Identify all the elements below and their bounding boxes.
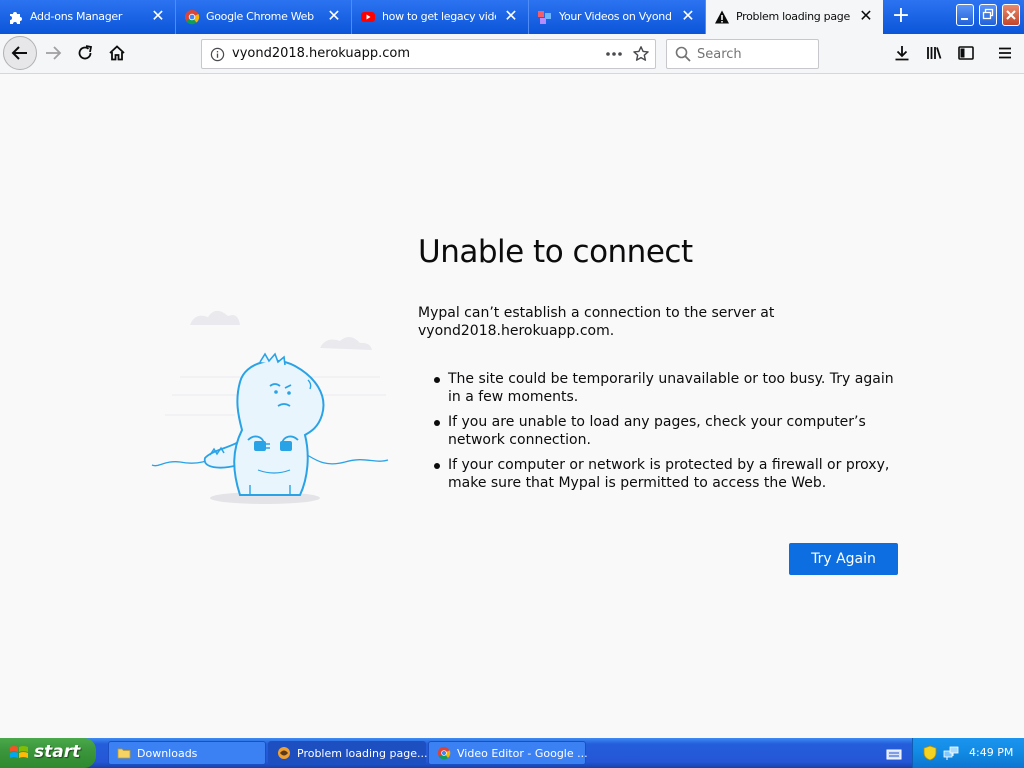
minimize-icon	[961, 18, 968, 20]
dinosaur-unplugged-illustration	[151, 310, 389, 504]
suggestion-text: If you are unable to load any pages, che…	[448, 414, 866, 448]
library-icon	[927, 47, 942, 59]
tab-strip: Add-ons Manager ✕ Google Chrome Web Bro …	[0, 0, 1024, 34]
restore-icon	[982, 8, 994, 20]
forward-arrow-icon	[46, 46, 62, 60]
library-button[interactable]	[919, 38, 949, 68]
close-tab-icon[interactable]: ✕	[151, 8, 165, 24]
search-placeholder: Search	[697, 47, 742, 62]
tab-label: how to get legacy video	[382, 10, 496, 23]
tab-legacy-video[interactable]: how to get legacy video ✕	[352, 0, 529, 34]
puzzle-icon	[8, 9, 24, 25]
task-label: Video Editor - Google ...	[457, 747, 588, 760]
menu-button[interactable]	[990, 38, 1020, 68]
close-icon	[1006, 10, 1016, 20]
chrome-icon	[184, 9, 200, 25]
downloads-button[interactable]	[887, 38, 917, 68]
sidebar-button[interactable]	[951, 38, 981, 68]
mypal-icon	[277, 746, 291, 760]
list-item: If you are unable to load any pages, che…	[418, 413, 908, 449]
page-title: Unable to connect	[418, 234, 693, 270]
back-arrow-icon	[11, 46, 27, 60]
bullet-icon	[434, 463, 440, 469]
forward-button[interactable]	[38, 38, 68, 68]
task-label: Problem loading page...	[297, 747, 428, 760]
warning-icon	[714, 9, 730, 25]
bookmark-star-icon[interactable]	[632, 45, 650, 67]
navigation-toolbar: vyond2018.herokuapp.com Search	[0, 34, 1024, 74]
keyboard-icon[interactable]	[886, 746, 902, 765]
tab-label: Problem loading page	[736, 10, 850, 23]
info-icon[interactable]	[210, 47, 225, 66]
suggestion-text: The site could be temporarily unavailabl…	[448, 371, 894, 405]
system-tray: 4:49 PM	[912, 738, 1024, 768]
close-tab-icon[interactable]: ✕	[859, 8, 873, 24]
vyond-icon	[537, 9, 553, 25]
network-icon[interactable]	[943, 745, 959, 765]
close-tab-icon[interactable]: ✕	[681, 8, 695, 24]
start-label: start	[34, 742, 81, 762]
close-tab-icon[interactable]: ✕	[327, 8, 341, 24]
taskbar-item-video-editor[interactable]: Video Editor - Google ...	[428, 741, 588, 765]
try-again-button[interactable]: Try Again	[789, 543, 898, 575]
tab-addons-manager[interactable]: Add-ons Manager ✕	[0, 0, 176, 34]
page-actions-icon[interactable]	[604, 46, 624, 66]
suggestion-list: The site could be temporarily unavailabl…	[418, 370, 908, 499]
hamburger-menu-icon	[999, 47, 1011, 59]
chrome-icon	[437, 746, 451, 760]
minimize-button[interactable]	[956, 4, 974, 26]
tab-label: Add-ons Manager	[30, 10, 123, 23]
tab-chrome-web-browser[interactable]: Google Chrome Web Bro ✕	[176, 0, 352, 34]
start-button[interactable]: start	[0, 738, 96, 768]
clock: 4:49 PM	[969, 746, 1014, 759]
close-tab-icon[interactable]: ✕	[504, 8, 518, 24]
url-text: vyond2018.herokuapp.com	[232, 46, 411, 61]
home-icon	[109, 45, 125, 61]
windows-logo-icon	[9, 744, 29, 767]
bullet-icon	[434, 377, 440, 383]
back-button[interactable]	[3, 36, 37, 70]
tab-label: Your Videos on Vyond Le	[559, 10, 674, 23]
new-tab-button[interactable]: +	[890, 5, 912, 27]
suggestion-text: If your computer or network is protected…	[448, 457, 890, 491]
window-close-button[interactable]	[1002, 4, 1020, 26]
taskbar: start Downloads Problem loading page... …	[0, 738, 1024, 768]
search-icon	[675, 46, 691, 66]
tab-problem-loading-page[interactable]: Problem loading page ✕	[706, 0, 883, 34]
home-button[interactable]	[102, 38, 132, 68]
reload-button[interactable]	[70, 38, 100, 68]
sidebar-icon	[958, 46, 974, 60]
bullet-icon	[434, 420, 440, 426]
tab-label: Google Chrome Web Bro	[206, 10, 316, 23]
taskbar-item-problem-loading-page[interactable]: Problem loading page...	[268, 741, 428, 765]
restore-button[interactable]	[979, 4, 997, 26]
task-label: Downloads	[137, 747, 198, 760]
download-icon	[895, 46, 909, 61]
security-shield-icon[interactable]	[923, 745, 937, 765]
taskbar-item-downloads[interactable]: Downloads	[108, 741, 266, 765]
list-item: If your computer or network is protected…	[418, 456, 908, 492]
search-bar[interactable]: Search	[666, 39, 819, 69]
youtube-icon	[360, 9, 376, 25]
folder-icon	[117, 746, 131, 760]
list-item: The site could be temporarily unavailabl…	[418, 370, 908, 406]
error-description: Mypal can’t establish a connection to th…	[418, 305, 775, 339]
reload-icon	[78, 45, 93, 60]
tab-vyond-videos[interactable]: Your Videos on Vyond Le ✕	[529, 0, 706, 34]
url-bar[interactable]: vyond2018.herokuapp.com	[201, 39, 656, 69]
